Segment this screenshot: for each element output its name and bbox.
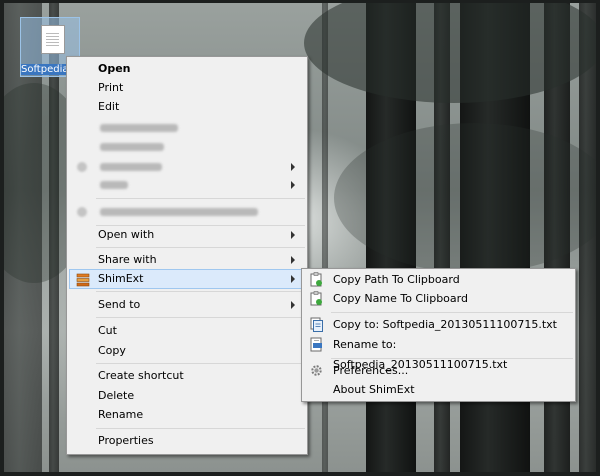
menu-item-label: Delete [98, 389, 135, 402]
menu-separator [96, 198, 305, 199]
menu-item-redacted-5[interactable] [69, 202, 305, 222]
menu-separator [96, 317, 305, 318]
submenu-arrow-icon [291, 301, 295, 309]
menu-item-label: Open [98, 62, 131, 75]
submenu-arrow-icon [291, 231, 295, 239]
redacted-text [100, 163, 162, 171]
menu-item-label: Rename [98, 408, 144, 421]
shimext-icon [76, 273, 90, 287]
menu-item-label: Open with [98, 228, 155, 241]
submenu-arrow-icon [291, 275, 295, 283]
menu-item-create-shortcut[interactable]: Create shortcut [69, 366, 305, 386]
menu-item-open[interactable]: Open [69, 59, 305, 79]
submenu-item-copy-to[interactable]: Copy to: Softpedia_20130511100715.txt [304, 315, 573, 335]
menu-item-copy[interactable]: Copy [69, 341, 305, 361]
submenu-item-label: Copy Name To Clipboard [333, 292, 468, 305]
redacted-text [100, 143, 164, 151]
menu-item-label: Edit [98, 100, 120, 113]
submenu-item-label: Copy Path To Clipboard [333, 273, 460, 286]
menu-separator [331, 358, 573, 359]
submenu-item-copy-path[interactable]: Copy Path To Clipboard [304, 270, 573, 290]
submenu-item-label: Preferences... [333, 364, 409, 377]
menu-item-label: Send to [98, 298, 141, 311]
submenu-arrow-icon [291, 163, 295, 171]
menu-item-label: Create shortcut [98, 369, 184, 382]
submenu-item-copy-name[interactable]: Copy Name To Clipboard [304, 289, 573, 309]
copy-file-icon [310, 317, 323, 332]
submenu-item-label: Copy to: Softpedia_20130511100715.txt [333, 318, 557, 331]
submenu-item-label: About ShimExt [333, 383, 415, 396]
menu-item-shimext[interactable]: ShimExt [69, 269, 305, 289]
redacted-icon [77, 162, 87, 172]
gear-icon [311, 365, 322, 376]
menu-item-open-with[interactable]: Open with [69, 225, 305, 245]
menu-item-cut[interactable]: Cut [69, 321, 305, 341]
text-document-icon [41, 25, 65, 54]
menu-item-rename[interactable]: Rename [69, 405, 305, 425]
menu-item-properties[interactable]: Properties [69, 431, 305, 451]
menu-item-label: Cut [98, 324, 117, 337]
menu-separator [96, 291, 305, 292]
menu-separator [331, 312, 573, 313]
redacted-text [100, 181, 128, 189]
submenu-arrow-icon [291, 256, 295, 264]
redacted-text [100, 208, 258, 216]
menu-item-redacted-4[interactable] [69, 175, 305, 195]
menu-separator [96, 247, 305, 248]
menu-item-redacted-2[interactable] [69, 137, 305, 157]
redacted-icon [77, 207, 87, 217]
submenu-item-about[interactable]: About ShimExt [304, 380, 573, 400]
menu-item-redacted-3[interactable] [69, 157, 305, 177]
submenu-item-rename-to[interactable]: Rename to: Softpedia_20130511100715.txt [304, 335, 573, 371]
menu-item-share-with[interactable]: Share with [69, 250, 305, 270]
menu-item-label: Properties [98, 434, 154, 447]
menu-item-delete[interactable]: Delete [69, 386, 305, 406]
menu-item-label: ShimExt [98, 272, 144, 285]
menu-item-redacted-1[interactable] [69, 118, 305, 138]
menu-item-print[interactable]: Print [69, 78, 305, 98]
rename-file-icon [310, 337, 322, 352]
menu-item-label: Print [98, 81, 124, 94]
shimext-submenu: Copy Path To Clipboard Copy Name To Clip… [301, 268, 576, 402]
menu-separator [96, 363, 305, 364]
menu-separator [96, 428, 305, 429]
clipboard-copy-icon [310, 291, 322, 306]
menu-item-label: Share with [98, 253, 157, 266]
context-menu: Open Print Edit Open with Share with Shi… [66, 56, 308, 455]
submenu-item-preferences[interactable]: Preferences... [304, 361, 573, 381]
submenu-arrow-icon [291, 181, 295, 189]
redacted-text [100, 124, 178, 132]
menu-item-edit[interactable]: Edit [69, 97, 305, 117]
menu-item-send-to[interactable]: Send to [69, 295, 305, 315]
menu-item-label: Copy [98, 344, 126, 357]
clipboard-copy-icon [310, 272, 322, 287]
